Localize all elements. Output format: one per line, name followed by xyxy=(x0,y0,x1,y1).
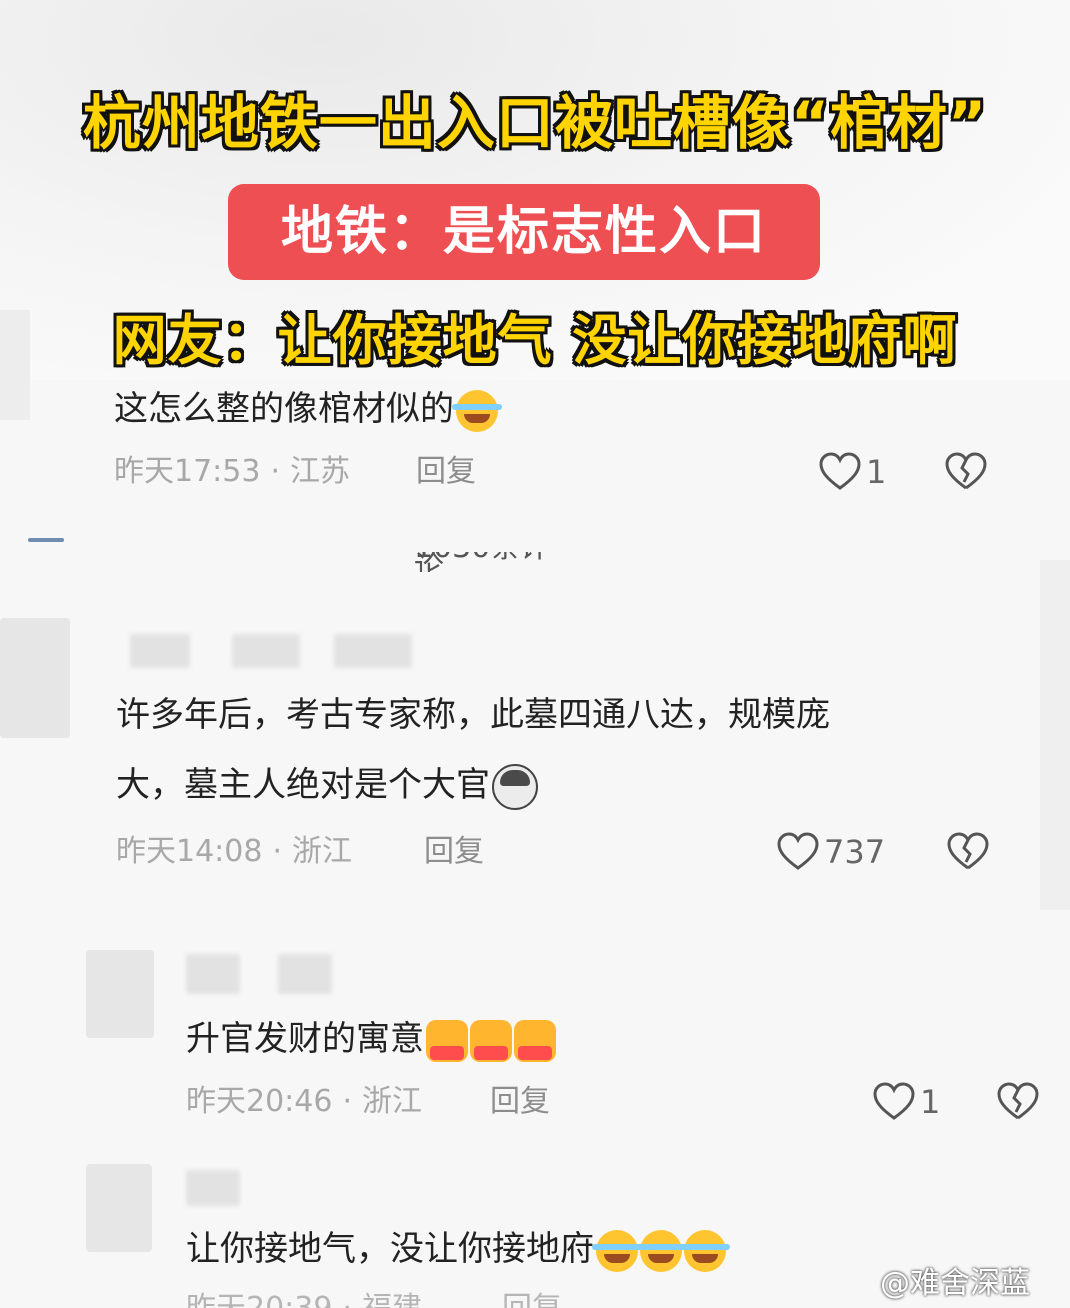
comment-3-like-count: 1 xyxy=(920,1083,941,1121)
husky-emoji-icon xyxy=(492,763,538,810)
thumbs-up-icon xyxy=(426,1019,468,1062)
comments-count-header: 1030条评论 xyxy=(414,552,574,572)
comment-3-location: 浙江 xyxy=(362,1084,423,1119)
broken-heart-icon[interactable] xyxy=(946,832,990,872)
comment-2-like-count: 737 xyxy=(824,833,886,871)
broken-heart-icon[interactable] xyxy=(996,1082,1040,1122)
comment-3-text-row: 升官发财的寓意 xyxy=(186,1004,556,1074)
comments-count-text: 1030条评论 xyxy=(414,552,550,572)
crying-laugh-icon xyxy=(592,1229,642,1272)
username-blurred xyxy=(232,634,300,668)
username-blurred xyxy=(278,954,332,994)
comment-3-meta: 昨天20:46 · 浙江 xyxy=(186,1082,422,1122)
username-blurred xyxy=(334,634,412,668)
username-blurred xyxy=(130,634,190,668)
crying-laugh-icon xyxy=(680,1229,730,1272)
heart-icon xyxy=(777,832,819,870)
comment-1-meta: 昨天17:53 · 江苏 xyxy=(114,452,350,492)
comment-4-location: 福建 xyxy=(362,1292,422,1308)
comment-2-location: 浙江 xyxy=(292,834,353,869)
watermark: @难舍深蓝 xyxy=(880,1266,1030,1301)
comment-4-text-row: 让你接地气，没让你接地府 xyxy=(186,1214,730,1284)
comment-2-text-row: 大，墓主人绝对是个大官 xyxy=(116,750,538,820)
comment-1-reply-button[interactable]: 回复 xyxy=(416,452,476,492)
meta-separator: · xyxy=(270,454,281,489)
username-blurred xyxy=(186,954,240,994)
meta-separator: · xyxy=(342,1292,352,1308)
comment-1-text: 这怎么整的像棺材似的 xyxy=(114,389,454,429)
comment-1-time: 昨天17:53 xyxy=(114,454,261,489)
meta-separator: · xyxy=(272,834,283,869)
avatar-partial xyxy=(0,310,30,420)
headline-title: 杭州地铁一出入口被吐槽像“棺材” xyxy=(82,89,988,157)
comment-1-like-button[interactable]: 1 xyxy=(818,452,886,492)
heart-icon xyxy=(819,452,861,490)
comment-2-meta: 昨天14:08 · 浙江 xyxy=(116,832,352,872)
comment-2-text-line1: 许多年后，考古专家称，此墓四通八达，规模庞 xyxy=(116,695,830,735)
meta-separator: · xyxy=(342,1084,353,1119)
comment-1-text-row: 这怎么整的像棺材似的 xyxy=(114,374,502,444)
comment-3-text: 升官发财的寓意 xyxy=(186,1019,424,1059)
comment-3-time: 昨天20:46 xyxy=(186,1084,333,1119)
comment-3-like-button[interactable]: 1 xyxy=(872,1082,940,1122)
comment-4-reply-button[interactable]: 回复 xyxy=(502,1292,562,1308)
comment-2-text-line2: 大，墓主人绝对是个大官 xyxy=(116,765,490,805)
comment-4-text: 让你接地气，没让你接地府 xyxy=(186,1229,594,1269)
comment-3-reply-button[interactable]: 回复 xyxy=(490,1082,550,1122)
comment-2-reply-button[interactable]: 回复 xyxy=(424,832,484,872)
headline-banner: 地铁：是标志性入口 xyxy=(228,184,820,280)
avatar[interactable] xyxy=(0,618,70,738)
comment-2-like-button[interactable]: 737 xyxy=(776,832,885,872)
comment-4-meta: 昨天20:39 · 福建 回复 xyxy=(186,1292,586,1308)
crying-laugh-icon xyxy=(636,1229,686,1272)
comment-1-location: 江苏 xyxy=(290,454,351,489)
thumbs-up-icon xyxy=(470,1019,512,1062)
comment-1-like-count: 1 xyxy=(866,453,887,491)
headline-subtitle: 网友：让你接地气 没让你接地府啊 xyxy=(112,309,958,372)
grinning-sweat-emoji-icon xyxy=(452,389,502,432)
broken-heart-icon[interactable] xyxy=(944,452,988,492)
scrollbar-track[interactable] xyxy=(1040,560,1070,910)
avatar[interactable] xyxy=(86,950,154,1038)
divider-accent xyxy=(28,538,64,542)
avatar[interactable] xyxy=(86,1164,152,1252)
username-blurred xyxy=(186,1170,240,1206)
comment-2-time: 昨天14:08 xyxy=(116,834,263,869)
comment-4-time: 昨天20:39 xyxy=(186,1292,332,1308)
heart-icon xyxy=(873,1082,915,1120)
thumbs-up-icon xyxy=(514,1019,556,1062)
